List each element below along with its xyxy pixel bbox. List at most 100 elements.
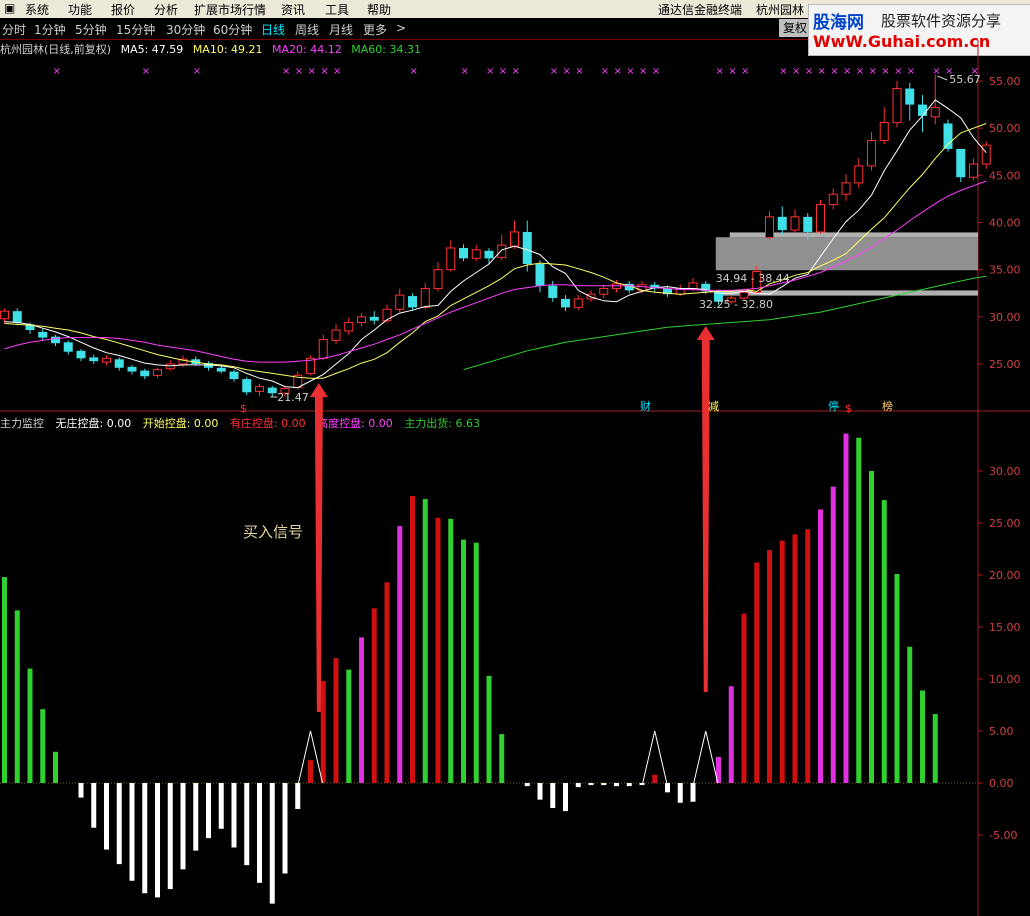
tab-30min[interactable]: 30分钟 <box>166 21 205 38</box>
x-marker: × <box>626 66 634 77</box>
chart-frame <box>0 40 1030 916</box>
indicator-bar <box>626 783 632 787</box>
tab-more[interactable]: 更多 <box>363 21 387 38</box>
y-tick-label: 45.00 <box>989 169 1021 182</box>
y-tick-label: 0.00 <box>989 777 1014 790</box>
candle-body <box>140 370 150 377</box>
indicator-bar <box>843 433 849 783</box>
candle-body <box>879 122 889 141</box>
indicator-bar <box>104 783 109 850</box>
marker-cai[interactable]: 财 <box>640 399 651 413</box>
indicator-bar <box>269 783 275 904</box>
chart-canvas[interactable]: × × × × × × × × × × × × × × × × × × × × × × × × × × × × × × × × × × × × × × 5… <box>0 40 1030 916</box>
indicator-bar <box>2 577 7 783</box>
indicator-bar <box>588 783 594 786</box>
marker-jian[interactable]: 减 <box>708 400 719 413</box>
x-marker: × <box>932 66 940 77</box>
candle-body <box>930 106 940 118</box>
indicator-bar <box>397 526 403 783</box>
candle-body <box>420 288 430 308</box>
x-marker: × <box>728 66 736 77</box>
marker-bang[interactable]: 榜 <box>882 399 893 413</box>
tab-weekly[interactable]: 周线 <box>295 21 319 38</box>
marker-ting[interactable]: 停 <box>828 399 839 413</box>
tab-fenshi[interactable]: 分时 <box>2 21 26 38</box>
candle-body <box>599 288 609 295</box>
indicator-bar <box>40 709 46 783</box>
candle-body <box>89 357 99 362</box>
indicator-bar <box>932 714 938 783</box>
menu-function[interactable]: 功能 <box>68 1 92 18</box>
x-marker: × <box>805 66 813 77</box>
y-tick-label: 35.00 <box>989 264 1021 277</box>
candle-body <box>344 321 354 332</box>
indicator-bar <box>410 495 415 783</box>
indicator-bar <box>346 669 352 783</box>
candle-body <box>790 216 800 231</box>
tab-1min[interactable]: 1分钟 <box>34 21 66 38</box>
menu-quote[interactable]: 报价 <box>111 1 135 18</box>
indicator-bars <box>2 433 938 904</box>
dollar-marker: $ <box>845 402 852 415</box>
indicator-bar <box>779 540 785 783</box>
y-tick-label: 30.00 <box>989 311 1021 324</box>
candle-body <box>255 386 264 392</box>
dollar-marker: $ <box>240 402 247 415</box>
fuquan-button[interactable]: 复权 <box>779 19 811 37</box>
x-marker: × <box>563 66 571 77</box>
x-marker: × <box>601 66 609 77</box>
candle-body <box>395 294 405 310</box>
indicator-bar <box>575 783 581 788</box>
indicator-bar <box>244 783 250 866</box>
candle-body <box>242 379 252 393</box>
tab-60min[interactable]: 60分钟 <box>213 21 252 38</box>
high-price-label: 55.67 <box>949 73 981 86</box>
buy-signal-label: 买入信号 <box>243 523 303 541</box>
menu-tools[interactable]: 工具 <box>325 1 349 18</box>
candle-body <box>497 244 507 258</box>
menu-analysis[interactable]: 分析 <box>154 1 178 18</box>
menu-help[interactable]: 帮助 <box>367 1 391 18</box>
menu-news[interactable]: 资讯 <box>281 1 305 18</box>
indicator-bar <box>767 550 772 783</box>
tab-monthly[interactable]: 月线 <box>329 21 353 38</box>
indicator-bar <box>894 573 900 783</box>
menu-system[interactable]: 系统 <box>25 1 49 18</box>
candle-body <box>688 282 698 290</box>
indicator-bar <box>231 783 237 848</box>
y-tick-label: 40.00 <box>989 217 1021 230</box>
menu-system-icon[interactable]: ▣ <box>4 1 15 15</box>
indicator-bar <box>690 783 696 802</box>
candle-body <box>76 350 86 359</box>
zone2-label: 32.25 - 32.80 <box>699 298 773 311</box>
more-arrow-icon[interactable]: > <box>396 21 406 35</box>
ma-line-ma20 <box>4 180 987 363</box>
x-marker: × <box>486 66 494 77</box>
candle-body <box>816 204 825 233</box>
y-tick-label: -5.00 <box>989 829 1017 842</box>
indicator-bar <box>27 668 33 783</box>
y-tick-label: 20.00 <box>989 569 1021 582</box>
candle-body <box>969 163 978 178</box>
tab-daily[interactable]: 日线 <box>261 21 285 38</box>
x-marker: × <box>295 66 303 77</box>
tab-5min[interactable]: 5分钟 <box>75 21 107 38</box>
indicator-bar <box>537 783 543 800</box>
x-marker: × <box>512 66 520 77</box>
x-marker: × <box>614 66 622 77</box>
indicator-bar <box>869 471 874 783</box>
indicator-bar <box>486 675 492 783</box>
y-axis-labels: 55.00 50.00 45.00 40.00 35.00 30.00 25.00 30.00… <box>978 75 1021 842</box>
candle-body <box>573 298 583 308</box>
indicator-bar <box>550 783 556 808</box>
indicator-bar <box>448 518 454 783</box>
tab-15min[interactable]: 15分钟 <box>116 21 155 38</box>
indicator-bar <box>639 783 645 786</box>
menu-extended-market[interactable]: 扩展市场行情 <box>194 1 266 18</box>
y-tick-label: 55.00 <box>989 75 1021 88</box>
indicator-bar <box>295 783 301 809</box>
candle-body <box>51 336 60 344</box>
candle-body <box>892 88 902 124</box>
indicator-bar <box>805 529 811 783</box>
x-marker: × <box>53 66 61 77</box>
